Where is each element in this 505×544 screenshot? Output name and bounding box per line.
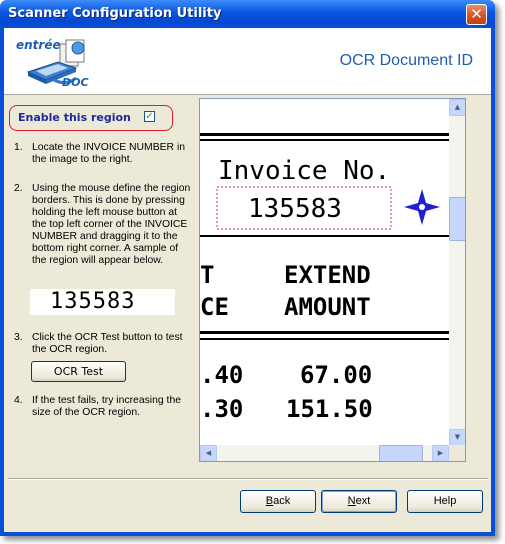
ocr-test-button[interactable]: OCR Test [31,361,126,382]
sparkle-icon [404,189,440,225]
scroll-left-button[interactable]: ◀ [200,445,217,461]
dialog-body: entrée DOC OCR Document ID Enable this r… [4,28,491,532]
step-number: 1. [14,142,23,153]
down-arrow-icon: ▼ [454,433,461,441]
app-window: Scanner Configuration Utility ✕ entrée D… [0,0,495,536]
enable-region-highlight: Enable this region ✓ [9,105,173,131]
scrollbar-corner [449,445,465,461]
column-header-left-2: CE [200,293,229,321]
page-title: OCR Document ID [339,52,473,69]
row-2-amount: 151.50 [286,395,373,423]
step-text: Click the OCR Test button to test the OC… [32,332,183,355]
scroll-up-button[interactable]: ▲ [449,99,465,116]
column-header-extend: EXTEND [284,261,371,289]
checkmark-icon: ✓ [145,111,154,122]
row-1-amount: 67.00 [300,361,372,389]
back-label: ack [273,495,291,507]
invoice-number: 135583 [248,194,342,224]
back-button[interactable]: Back [240,490,316,513]
step-number: 3. [14,332,23,343]
step-number: 4. [14,395,23,406]
next-button[interactable]: Next [321,490,397,513]
back-accelerator: B [265,495,274,507]
step-text: If the test fails, try increasing the si… [32,395,182,418]
scroll-down-button[interactable]: ▼ [449,429,465,446]
enable-region-label[interactable]: Enable this region [18,111,131,124]
step-number: 2. [14,183,23,194]
scroll-right-button[interactable]: ▶ [432,445,449,461]
invoice-heading: Invoice No. [218,156,390,186]
horizontal-scroll-thumb[interactable] [379,445,424,461]
column-header-left-1: T [200,261,214,289]
close-icon: ✕ [470,5,483,23]
column-header-amount: AMOUNT [284,293,371,321]
left-arrow-icon: ◀ [205,449,212,457]
right-arrow-icon: ▶ [437,449,444,457]
help-button[interactable]: Help [407,490,483,513]
up-arrow-icon: ▲ [454,103,461,111]
entree-doc-logo: entrée DOC [14,34,104,90]
logo-text-bottom: DOC [62,76,89,89]
scanned-invoice-image[interactable]: Invoice No. 135583 T EXTEND CE AMOUNT .4… [200,99,466,446]
close-button[interactable]: ✕ [466,4,487,25]
row-1-left-value: .40 [200,361,243,389]
step-text: Locate the INVOICE NUMBER in the image t… [32,142,186,165]
window-title: Scanner Configuration Utility [8,6,222,21]
step-text: Using the mouse define the region border… [32,183,191,266]
header-banner: entrée DOC OCR Document ID [4,28,491,95]
next-accelerator: N [347,495,356,507]
next-label: ext [355,495,371,507]
vertical-scrollbar[interactable]: ▲ ▼ [449,99,465,446]
row-2-left-value: .30 [200,395,243,423]
separator [8,478,488,480]
title-bar[interactable]: Scanner Configuration Utility ✕ [0,0,495,28]
document-image-viewer[interactable]: Invoice No. 135583 T EXTEND CE AMOUNT .4… [199,98,466,462]
horizontal-scrollbar[interactable]: ◀ ▶ [200,445,449,461]
enable-region-checkbox[interactable]: ✓ [144,111,155,122]
vertical-scroll-thumb[interactable] [449,196,465,241]
scanner-icon [26,39,85,85]
ocr-sample-preview: 135583 [30,289,175,315]
